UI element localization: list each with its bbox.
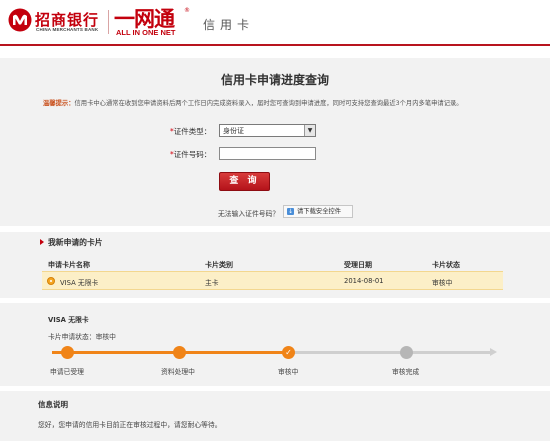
dropdown-arrow-icon[interactable]: ▼ — [304, 125, 315, 136]
download-icon: ↓ — [287, 208, 294, 215]
section-bullet-icon — [40, 239, 44, 245]
cmb-logo-icon[interactable] — [8, 8, 32, 32]
cell-card-type: 主卡 — [205, 279, 219, 287]
id-type-select[interactable]: 身份证 ▼ — [219, 124, 316, 137]
check-icon: ✓ — [282, 346, 295, 359]
header-divider — [108, 10, 109, 34]
tip-label: 温馨提示： — [43, 100, 75, 107]
tip-body: 信用卡中心通常在收到您申请资料后两个工作日内完成资料录入，届时您可查询到申请进度… — [74, 100, 463, 107]
cell-card-name: VISA 无限卡 — [60, 279, 99, 287]
section-name: 信用卡 — [203, 18, 255, 32]
tip-text: 温馨提示：信用卡中心通常在收到您申请资料后两个工作日内完成资料录入，届时您可查询… — [43, 98, 463, 107]
step-dot-1 — [61, 346, 74, 359]
cell-accept-date: 2014-08-01 — [344, 277, 384, 285]
registered-mark: ® — [184, 7, 190, 14]
progress-status-text: 卡片申请状态：审核中 — [48, 333, 116, 341]
info-title: 信息说明 — [38, 400, 68, 409]
progress-card-name: VISA 无限卡 — [48, 316, 89, 324]
id-type-label: *证件类型： — [170, 127, 212, 136]
cell-card-status: 审核中 — [432, 279, 453, 287]
applications-title: 我新申请的卡片 — [48, 238, 103, 247]
step-dot-2 — [173, 346, 186, 359]
download-button-label: 请下载安全控件 — [297, 208, 342, 215]
info-text: 您好，您申请的信用卡目前正在审核过程中，请您耐心等待。 — [38, 421, 222, 429]
step-dot-4 — [400, 346, 413, 359]
step-label-3: 审核中 — [278, 368, 299, 376]
download-security-control-button[interactable]: ↓ 请下载安全控件 — [283, 205, 353, 218]
id-number-input[interactable] — [219, 147, 316, 160]
id-number-label: *证件号码： — [170, 150, 212, 159]
step-label-2: 资料处理中 — [161, 368, 195, 376]
row-select-radio[interactable] — [47, 277, 55, 285]
header-rule — [0, 44, 550, 46]
progress-track-done — [52, 351, 292, 354]
progress-arrow-icon — [490, 348, 497, 356]
progress-track-pending — [291, 351, 491, 354]
step-label-4: 审核完成 — [392, 368, 420, 376]
col-card-type: 卡片类别 — [205, 261, 233, 269]
page-title: 信用卡申请进度查询 — [220, 73, 329, 87]
id-type-value: 身份证 — [223, 127, 244, 135]
col-card-name: 申请卡片名称 — [48, 261, 90, 269]
info-panel — [0, 391, 550, 441]
bank-name-en: CHINA MERCHANTS BANK — [36, 27, 99, 32]
cant-input-text: 无法输入证件号码？ — [218, 210, 280, 218]
query-button[interactable]: 查 询 — [219, 172, 270, 191]
col-card-status: 卡片状态 — [432, 261, 460, 269]
site-header: 招商银行 CHINA MERCHANTS BANK 一网通 ® ALL IN O… — [0, 0, 550, 44]
col-accept-date: 受理日期 — [344, 261, 372, 269]
product-name-en: ALL IN ONE NET — [116, 28, 176, 37]
step-label-1: 申请已受理 — [50, 368, 84, 376]
